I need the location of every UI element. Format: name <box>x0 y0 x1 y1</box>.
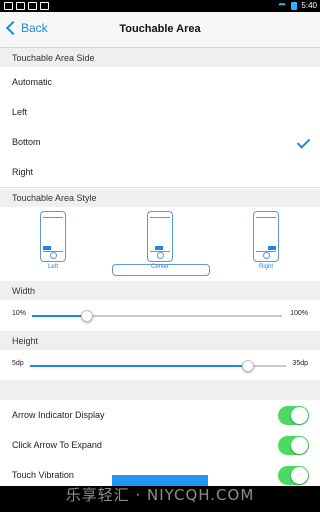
touch-vibration-switch[interactable] <box>278 466 309 485</box>
height-slider-row: 5dp 35dp <box>0 350 320 381</box>
phone-icon <box>40 211 66 262</box>
toggle-label: Click Arrow To Expand <box>12 440 102 450</box>
section-spacer <box>0 380 320 400</box>
phone-icon <box>253 211 279 262</box>
height-max-label: 35dp <box>292 360 308 367</box>
phone-icon <box>147 211 173 262</box>
width-slider[interactable] <box>32 310 282 322</box>
wifi-icon <box>277 2 288 10</box>
height-slider[interactable] <box>30 360 286 372</box>
toggle-row-arrow-indicator: Arrow Indicator Display <box>0 400 320 431</box>
section-header-side: Touchable Area Side <box>0 48 320 67</box>
height-min-label: 5dp <box>12 360 24 367</box>
battery-icon <box>291 2 298 10</box>
style-option-left[interactable]: Left <box>37 211 69 270</box>
style-option-right[interactable]: Right <box>250 211 282 270</box>
height-slider-fill <box>30 365 248 367</box>
clock: 5:40 <box>301 1 317 10</box>
click-arrow-expand-switch[interactable] <box>278 436 309 455</box>
width-max-label: 100% <box>290 310 308 317</box>
arrow-indicator-switch[interactable] <box>278 406 309 425</box>
toggle-row-click-arrow: Click Arrow To Expand <box>0 430 320 461</box>
checkmark-icon <box>296 135 311 149</box>
side-option-automatic[interactable]: Automatic <box>0 67 320 98</box>
status-bar: 5:40 <box>0 0 320 12</box>
toggle-label: Arrow Indicator Display <box>12 410 105 420</box>
style-option-center[interactable]: Center <box>144 211 176 270</box>
side-option-bottom[interactable]: Bottom <box>0 127 320 158</box>
side-option-right[interactable]: Right <box>0 157 320 188</box>
width-slider-row: 10% 100% <box>0 300 320 331</box>
option-label: Automatic <box>12 77 53 87</box>
height-slider-knob[interactable] <box>241 360 254 372</box>
style-option-label: Right <box>258 264 273 270</box>
navigation-bar: Back Touchable Area <box>0 12 320 48</box>
notification-icon <box>40 2 49 10</box>
width-min-label: 10% <box>12 310 27 317</box>
watermark-text: 乐享轻汇 · NIYCQH.COM <box>65 486 255 504</box>
toggle-label: Touch Vibration <box>12 470 74 480</box>
option-label: Left <box>12 107 28 117</box>
section-header-height: Height <box>0 331 320 350</box>
style-option-label: Left <box>47 264 58 270</box>
width-slider-knob[interactable] <box>81 310 93 322</box>
notification-icon <box>4 2 13 10</box>
width-slider-fill <box>32 315 87 317</box>
section-header-width: Width <box>0 281 320 300</box>
option-label: Bottom <box>12 137 41 147</box>
section-header-style: Touchable Area Style <box>0 189 320 207</box>
notification-icon <box>16 2 25 10</box>
page-title: Touchable Area <box>119 23 201 35</box>
selected-style-indicator <box>112 264 210 276</box>
notification-icons <box>4 2 49 10</box>
notification-icon <box>28 2 37 10</box>
side-option-left[interactable]: Left <box>0 97 320 128</box>
option-label: Right <box>12 167 34 177</box>
